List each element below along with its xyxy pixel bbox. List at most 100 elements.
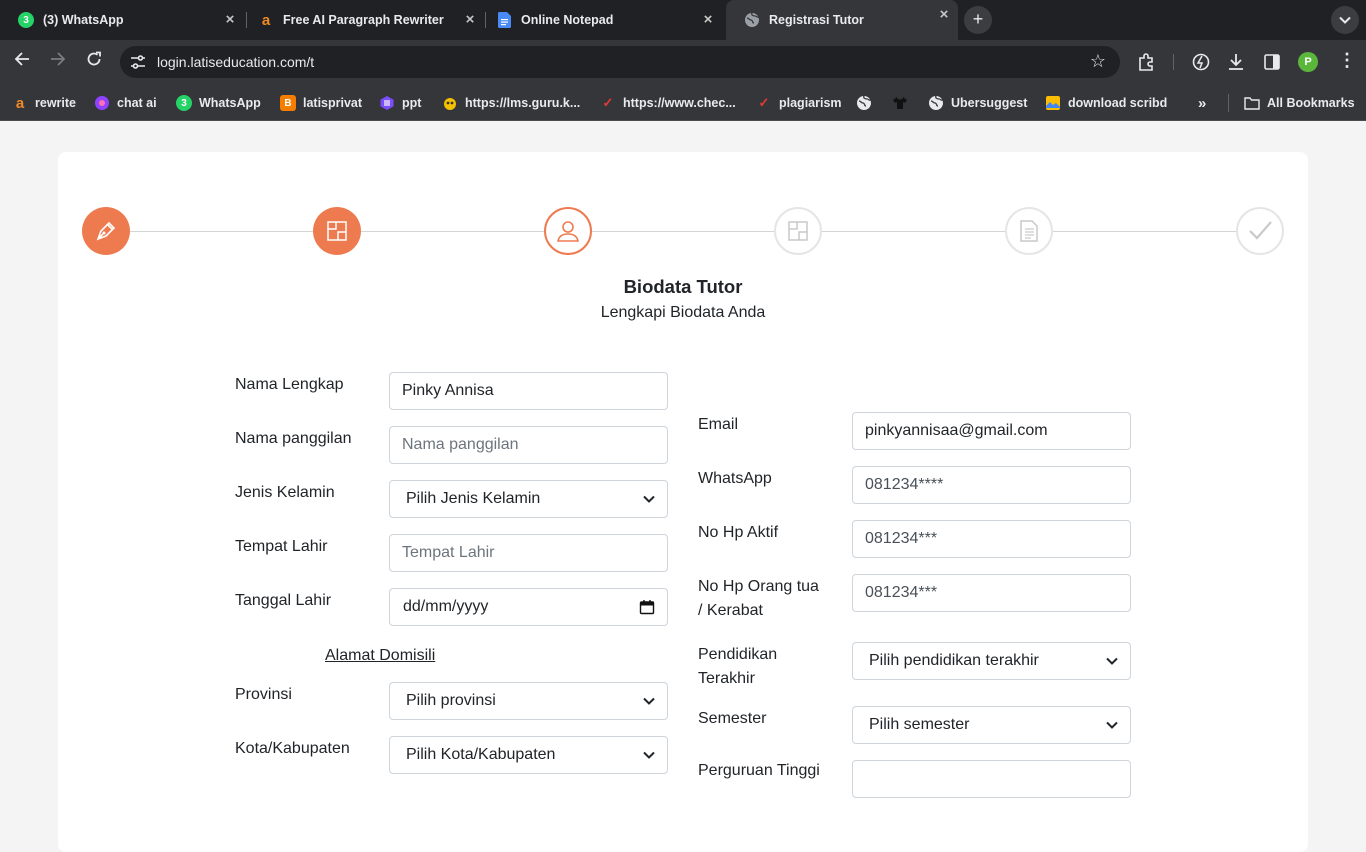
close-icon[interactable]: × [700, 12, 716, 28]
profile-avatar[interactable]: P [1298, 52, 1318, 72]
stepper-connector [822, 231, 1005, 232]
kota-kabupaten-select[interactable]: Pilih Kota/Kabupaten [389, 736, 668, 774]
jenis-kelamin-select[interactable]: Pilih Jenis Kelamin [389, 480, 668, 518]
reload-icon [87, 51, 101, 66]
tab-online-notepad[interactable]: Online Notepad × [478, 5, 722, 35]
perguruan-tinggi-input[interactable] [852, 760, 1131, 798]
close-icon[interactable]: × [936, 7, 952, 23]
label-jenis-kelamin: Jenis Kelamin [235, 484, 335, 501]
nama-panggilan-input[interactable]: Nama panggilan [389, 426, 668, 464]
label-nama-panggilan: Nama panggilan [235, 430, 352, 447]
calendar-icon[interactable] [639, 599, 655, 615]
date-placeholder: dd/mm/yyyy [403, 598, 489, 615]
browser-toolbar: login.latiseducation.com/t ☆ P ⋮ [0, 40, 1366, 84]
site-settings-icon[interactable] [130, 54, 146, 70]
bookmark-check-site[interactable]: ✓ https://www.chec... [600, 94, 736, 112]
tab-title: Online Notepad [521, 13, 614, 27]
bookmarks-separator [1228, 94, 1229, 112]
selected-value: Pilih provinsi [406, 692, 496, 709]
selected-value: Pilih Jenis Kelamin [406, 490, 541, 507]
bookmark-plagiarism[interactable]: ✓ plagiarism [756, 94, 842, 112]
bookmark-label: chat ai [117, 96, 157, 110]
chevron-down-icon [1339, 16, 1351, 24]
page-title: Biodata Tutor [623, 276, 743, 297]
back-button[interactable] [10, 50, 34, 74]
folder-icon [1244, 95, 1260, 111]
new-tab-button[interactable]: + [964, 6, 992, 34]
chevron-down-icon [643, 751, 655, 759]
label-email: Email [698, 416, 739, 433]
menu-kebab-icon[interactable]: ⋮ [1338, 50, 1356, 71]
step-3 [544, 207, 592, 255]
bookmark-latisprivat[interactable]: B latisprivat [280, 94, 362, 112]
arrow-right-icon [51, 52, 66, 66]
chevron-down-icon [643, 495, 655, 503]
bookmark-lms-guru[interactable]: https://lms.guru.k... [442, 94, 580, 112]
tab-paragraph-rewriter[interactable]: a Free AI Paragraph Rewriter × [240, 5, 484, 35]
tab-title: (3) WhatsApp [43, 13, 124, 27]
label-tanggal-lahir: Tanggal Lahir [235, 592, 332, 609]
person-icon [557, 221, 579, 242]
bookmark-label: rewrite [35, 96, 76, 110]
label-perguruan-tinggi: Perguruan Tinggi [698, 762, 820, 779]
stepper-connector [1053, 231, 1236, 232]
label-no-hp-aktif: No Hp Aktif [698, 524, 779, 541]
globe-icon [856, 95, 872, 111]
tab-search-button[interactable] [1331, 6, 1359, 34]
bookmark-download-scribd[interactable]: download scribd [1045, 94, 1167, 112]
bookmark-label: download scribd [1068, 96, 1168, 110]
email-input[interactable]: pinkyannisaa@gmail.com [852, 412, 1131, 450]
rewriter-icon: a [261, 11, 271, 29]
bookmark-ubersuggest[interactable]: Ubersuggest [928, 94, 1027, 112]
whatsapp-input[interactable]: 081234**** [852, 466, 1131, 504]
whatsapp-icon: 3 [176, 95, 192, 111]
arrow-left-icon [14, 52, 29, 66]
performance-icon[interactable] [1191, 52, 1211, 72]
check-icon: ✓ [602, 95, 614, 110]
bookmark-ppt[interactable]: ppt [379, 94, 421, 112]
side-panel-icon[interactable] [1262, 52, 1282, 72]
reload-button[interactable] [82, 50, 106, 74]
pendidikan-terakhir-select[interactable]: Pilih pendidikan terakhir [852, 642, 1131, 680]
label-line: No Hp Orang tua [698, 578, 819, 595]
nama-lengkap-input[interactable]: Pinky Annisa [389, 372, 668, 410]
selected-value: Pilih semester [869, 716, 970, 733]
tempat-lahir-input[interactable]: Tempat Lahir [389, 534, 668, 572]
label-whatsapp: WhatsApp [698, 470, 772, 487]
extensions-icon[interactable] [1137, 52, 1157, 72]
label-pendidikan-terakhir: Pendidikan Terakhir [698, 643, 777, 691]
step-5 [1005, 207, 1053, 255]
bookmark-label: plagiarism [779, 96, 842, 110]
bookmark-whatsapp[interactable]: 3 WhatsApp [176, 94, 261, 112]
browser-tab-bar: 3 (3) WhatsApp × a Free AI Paragraph Rew… [0, 0, 1366, 40]
forward-button[interactable] [46, 50, 70, 74]
selected-value: Pilih Kota/Kabupaten [406, 746, 556, 763]
bookmark-label: Ubersuggest [951, 96, 1028, 110]
no-hp-orang-tua-input[interactable]: 081234*** [852, 574, 1131, 612]
provinsi-select[interactable]: Pilih provinsi [389, 682, 668, 720]
globe-icon [928, 95, 944, 111]
toolbar-separator [1173, 54, 1174, 70]
bookmark-star-icon[interactable]: ☆ [1090, 51, 1106, 72]
address-bar[interactable]: login.latiseducation.com/t ☆ [120, 46, 1120, 78]
rewriter-icon: a [15, 94, 25, 112]
tab-title: Free AI Paragraph Rewriter [283, 13, 444, 27]
bookmark-rewrite[interactable]: a rewrite [12, 94, 76, 112]
bookmark-untitled-globe[interactable] [856, 94, 879, 112]
tanggal-lahir-date-input[interactable]: dd/mm/yyyy [389, 588, 668, 626]
no-hp-aktif-input[interactable]: 081234*** [852, 520, 1131, 558]
bookmarks-overflow-button[interactable]: » [1198, 94, 1206, 112]
bookmark-untitled-shirt[interactable] [892, 94, 915, 112]
tab-whatsapp[interactable]: 3 (3) WhatsApp × [0, 5, 244, 35]
bookmark-chat-ai[interactable]: chat ai [94, 94, 157, 112]
close-icon[interactable]: × [222, 12, 238, 28]
semester-select[interactable]: Pilih semester [852, 706, 1131, 744]
download-icon[interactable] [1226, 52, 1246, 72]
tab-registrasi-tutor[interactable]: Registrasi Tutor × [726, 0, 958, 40]
all-bookmarks-button[interactable]: All Bookmarks [1244, 94, 1355, 112]
layout-icon [788, 221, 808, 241]
shirt-icon [892, 95, 908, 111]
label-line: Pendidikan [698, 646, 778, 663]
stepper-connector [361, 231, 544, 232]
close-icon[interactable]: × [462, 12, 478, 28]
